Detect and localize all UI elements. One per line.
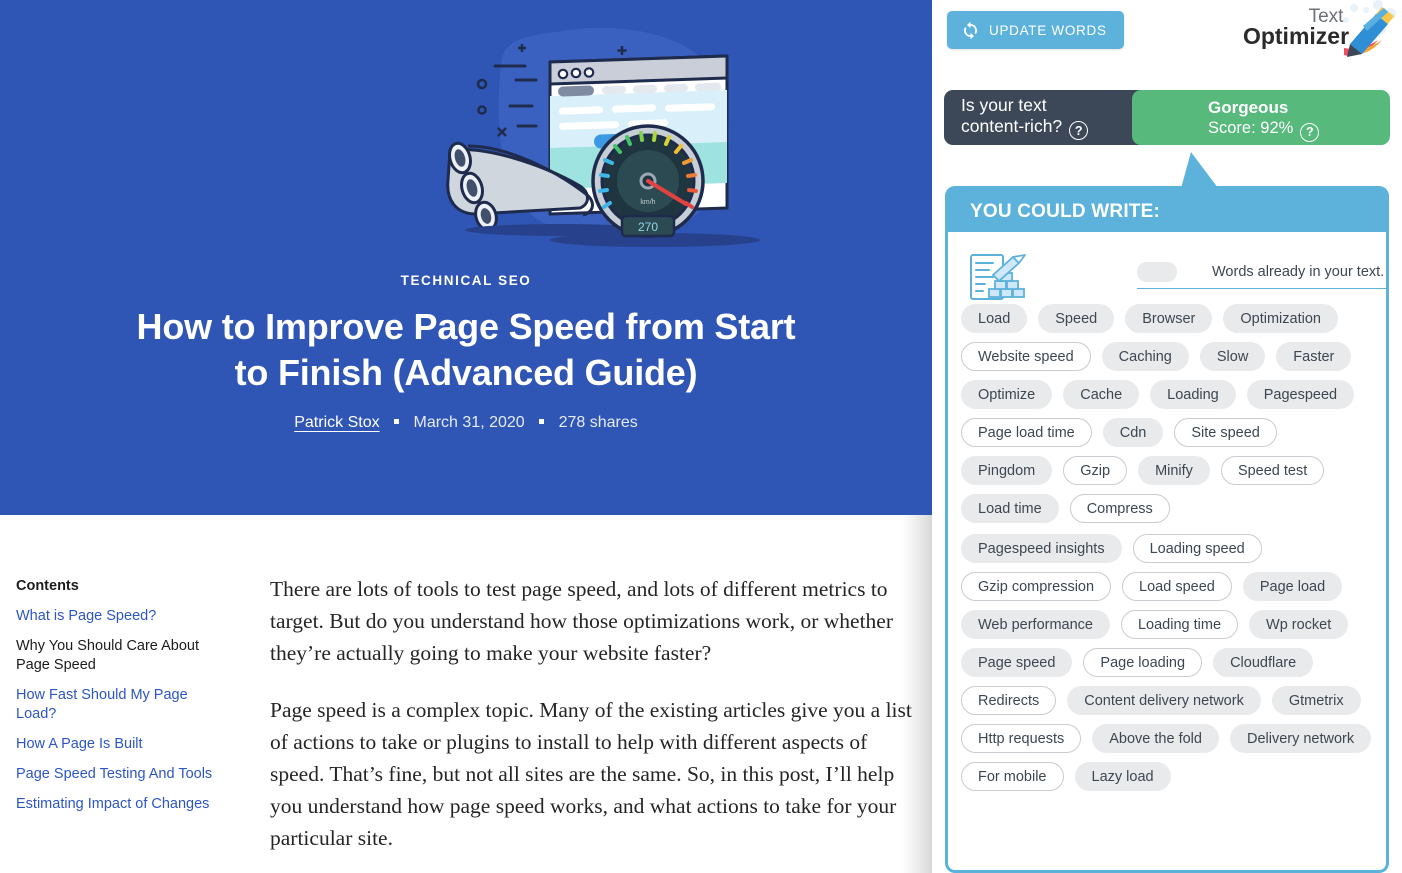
paragraph: There are lots of tools to test page spe… bbox=[270, 577, 893, 665]
word-chip[interactable]: Slow bbox=[1199, 342, 1266, 371]
update-words-label: UPDATE WORDS bbox=[989, 22, 1107, 38]
panel-scrollbar[interactable] bbox=[1391, 0, 1396, 873]
word-chip[interactable]: Speed test bbox=[1220, 456, 1325, 485]
suggested-words-group-primary: Load Speed Browser Optimization Website spee… bbox=[961, 304, 1373, 523]
word-chip[interactable]: Page speed bbox=[961, 648, 1073, 677]
word-chip[interactable]: Optimization bbox=[1223, 304, 1338, 333]
svg-text:km/h: km/h bbox=[640, 199, 655, 206]
svg-text:270: 270 bbox=[638, 220, 658, 234]
paragraph: Page speed is a complex topic. Many of t… bbox=[270, 698, 912, 850]
word-chip[interactable]: Delivery network bbox=[1229, 724, 1372, 753]
word-chip[interactable]: Loading bbox=[1150, 380, 1236, 409]
word-chip[interactable]: Above the fold bbox=[1092, 724, 1219, 753]
word-chip[interactable]: Lazy load bbox=[1074, 762, 1171, 791]
meta-separator-icon bbox=[394, 418, 400, 424]
word-chip[interactable]: Optimize bbox=[961, 380, 1053, 409]
word-chip[interactable]: Website speed bbox=[961, 342, 1091, 371]
article-byline: Patrick Stox March 31, 2020 278 shares bbox=[0, 414, 932, 432]
word-chip[interactable]: Browser bbox=[1125, 304, 1213, 333]
text-optimizer-logo: Text Optimizer bbox=[1243, 0, 1396, 57]
toc-item-why-you-should-care[interactable]: Why You Should Care About Page Speed bbox=[16, 637, 231, 675]
score-help-icon[interactable]: ? bbox=[1300, 122, 1320, 142]
publish-date: March 31, 2020 bbox=[413, 414, 525, 431]
word-chip[interactable]: Wp rocket bbox=[1249, 610, 1349, 639]
word-chip[interactable]: Cloudflare bbox=[1213, 648, 1314, 677]
article-area: km/h 270 TECHNICAL SEO How to Improve Pa… bbox=[0, 0, 932, 873]
word-chip[interactable]: Gtmetrix bbox=[1271, 686, 1361, 715]
word-chip[interactable]: Compress bbox=[1069, 494, 1170, 523]
score-value: Score: 92%? bbox=[1208, 118, 1320, 142]
word-chip[interactable]: Caching bbox=[1101, 342, 1189, 371]
article-hero: km/h 270 TECHNICAL SEO How to Improve Pa… bbox=[0, 0, 932, 515]
question-line-2: content-rich? bbox=[961, 115, 1063, 136]
share-count: 278 shares bbox=[558, 414, 638, 431]
suggested-words-card: Words already in your text. Load Speed Bro… bbox=[945, 232, 1389, 873]
suggested-words-group-secondary: Pagespeed insights Loading speed Gzip comp… bbox=[961, 534, 1373, 791]
toc-item-how-fast-should-my-page-load[interactable]: How Fast Should My Page Load? bbox=[16, 686, 231, 724]
word-chip[interactable]: Web performance bbox=[961, 610, 1110, 639]
word-chip[interactable]: Load speed bbox=[1122, 572, 1232, 601]
word-chip[interactable]: Cache bbox=[1063, 380, 1140, 409]
author-link[interactable]: Patrick Stox bbox=[294, 414, 379, 431]
table-of-contents: Contents What is Page Speed? Why You Sho… bbox=[16, 578, 231, 825]
toc-item-estimating-impact-of-changes[interactable]: Estimating Impact of Changes bbox=[16, 795, 231, 814]
text-optimizer-panel: UPDATE WORDS Text Optimizer Is your text… bbox=[932, 0, 1402, 873]
page-title: How to Improve Page Speed from Start to … bbox=[136, 306, 796, 393]
word-chip[interactable]: Pagespeed insights bbox=[961, 534, 1122, 563]
word-chip[interactable]: Speed bbox=[1038, 304, 1115, 333]
word-chip[interactable]: Loading speed bbox=[1132, 534, 1262, 563]
word-chip[interactable]: Pingdom bbox=[961, 456, 1053, 485]
toc-item-page-speed-testing-and-tools[interactable]: Page Speed Testing And Tools bbox=[16, 765, 231, 784]
legend-label: Words already in your text. bbox=[1212, 264, 1385, 280]
legend-row: Words already in your text. bbox=[961, 244, 1386, 304]
legend-indicator: Words already in your text. bbox=[1137, 262, 1386, 289]
page-root: km/h 270 TECHNICAL SEO How to Improve Pa… bbox=[0, 0, 1402, 873]
svg-text:Optimizer: Optimizer bbox=[1243, 23, 1349, 49]
word-chip[interactable]: Page loading bbox=[1083, 648, 1203, 677]
update-words-button[interactable]: UPDATE WORDS bbox=[947, 11, 1124, 49]
question-help-icon[interactable]: ? bbox=[1069, 121, 1089, 141]
article-content: There are lots of tools to test page spe… bbox=[270, 573, 918, 873]
word-chip[interactable]: Content delivery network bbox=[1067, 686, 1261, 715]
word-chip[interactable]: Loading time bbox=[1120, 610, 1239, 639]
word-chip[interactable]: Page load bbox=[1242, 572, 1343, 601]
refresh-icon bbox=[964, 21, 977, 39]
toc-title: Contents bbox=[16, 578, 79, 594]
meta-separator-icon bbox=[539, 418, 545, 424]
word-chip[interactable]: Cdn bbox=[1102, 418, 1164, 447]
word-chip[interactable]: Page load time bbox=[961, 418, 1092, 447]
content-build-icon bbox=[970, 254, 1026, 300]
score-text-group: Gorgeous Score: 92%? bbox=[1208, 98, 1320, 142]
score-bar: Gorgeous Score: 92%? bbox=[1132, 90, 1390, 145]
word-chip[interactable]: Gzip bbox=[1063, 456, 1128, 485]
word-chip[interactable]: Load time bbox=[961, 494, 1059, 523]
word-chip[interactable]: For mobile bbox=[961, 762, 1064, 791]
word-chip[interactable]: Faster bbox=[1276, 342, 1352, 371]
word-chip[interactable]: Http requests bbox=[961, 724, 1082, 753]
you-could-write-title: YOU COULD WRITE: bbox=[970, 201, 1161, 222]
content-rich-question-text: Is your text content-rich?? bbox=[961, 94, 1089, 141]
word-chip[interactable]: Gzip compression bbox=[961, 572, 1112, 601]
page-speed-illustration-icon: km/h 270 bbox=[446, 27, 760, 247]
score-percent: Score: 92% bbox=[1208, 119, 1294, 137]
article-category: TECHNICAL SEO bbox=[400, 273, 532, 288]
article-body-area: Contents What is Page Speed? Why You Sho… bbox=[0, 515, 932, 873]
content-rich-question-bar: Is your text content-rich?? bbox=[944, 90, 1164, 145]
word-chip[interactable]: Redirects bbox=[961, 686, 1057, 715]
word-chip[interactable]: Site speed bbox=[1174, 418, 1277, 447]
word-chip[interactable]: Load bbox=[961, 304, 1028, 333]
word-chip[interactable]: Minify bbox=[1138, 456, 1210, 485]
word-chip[interactable]: Pagespeed bbox=[1246, 380, 1355, 409]
question-line-1: Is your text bbox=[961, 94, 1047, 115]
score-label: Gorgeous bbox=[1208, 98, 1289, 117]
toc-item-what-is-page-speed[interactable]: What is Page Speed? bbox=[16, 607, 231, 626]
toc-item-how-a-page-is-built[interactable]: How A Page Is Built bbox=[16, 735, 231, 754]
legend-swatch-icon bbox=[1137, 262, 1177, 282]
